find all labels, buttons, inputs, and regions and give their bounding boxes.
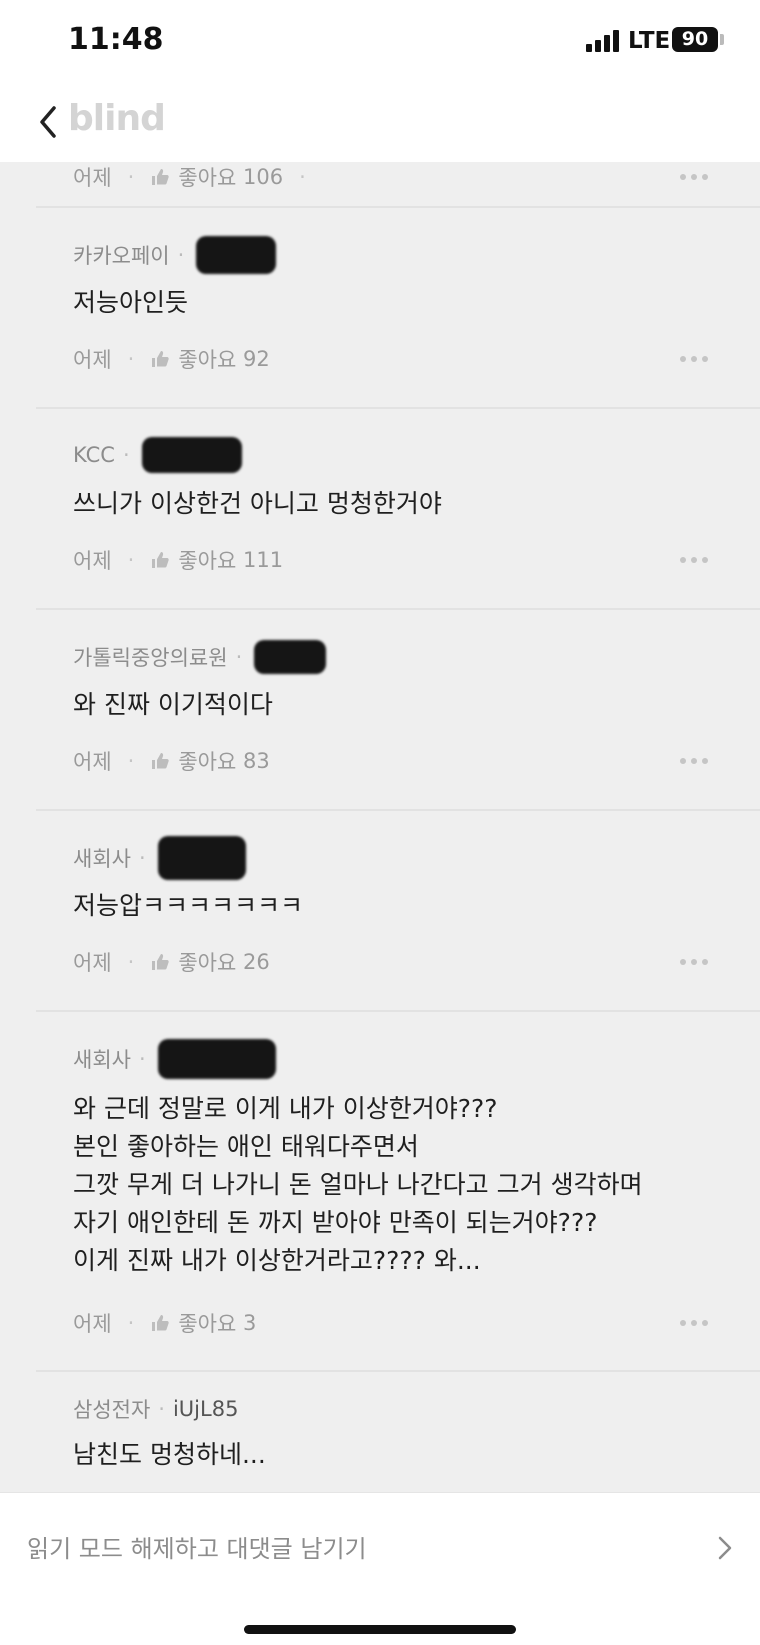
network-label: LTE <box>628 28 671 54</box>
like-count: 106 <box>242 165 284 189</box>
divider <box>36 809 760 811</box>
comment-author: 새회사 · <box>73 1039 276 1079</box>
comment-actions: 어제 · 좋아요 3 <box>73 1308 256 1338</box>
like-count: 92 <box>242 347 270 371</box>
thumbs-up-icon[interactable] <box>150 952 170 972</box>
like-count: 26 <box>242 950 270 974</box>
dot-separator: · <box>138 846 146 870</box>
like-label[interactable]: 좋아요 <box>178 162 236 192</box>
comment-line: 이게 진짜 내가 이상한거라고???? 와... <box>73 1246 481 1275</box>
dot-separator: · <box>158 1397 165 1421</box>
dot-separator: · <box>127 749 135 773</box>
comment-author: 새회사 · <box>73 836 246 880</box>
redacted-nickname <box>157 1039 276 1079</box>
thumbs-up-icon[interactable] <box>150 550 170 570</box>
back-chevron-icon[interactable] <box>34 102 64 142</box>
comment-line: 그깟 무게 더 나가니 돈 얼마나 나간다고 그거 생각하며 <box>73 1170 643 1199</box>
nav-bar: blind <box>0 86 760 162</box>
comment-time: 어제 <box>73 549 112 573</box>
comment-actions: 어제 · 좋아요 92 <box>73 344 270 374</box>
dot-separator: · <box>127 165 135 189</box>
thumbs-up-icon[interactable] <box>150 1313 170 1333</box>
battery-cap <box>720 34 724 45</box>
battery-icon: 90 <box>672 27 718 52</box>
status-time: 11:48 <box>68 22 164 57</box>
comment-actions: 어제 · 좋아요 111 <box>73 545 283 575</box>
like-label[interactable]: 좋아요 <box>178 1308 236 1338</box>
thumbs-up-icon[interactable] <box>150 167 170 187</box>
company-name: 카카오페이 <box>73 244 170 268</box>
divider <box>36 407 760 409</box>
comment-feed[interactable]: 어제 · 좋아요 106 · 카카오페이 · 저능아인듯 어제 · 좋아요 92… <box>0 162 760 1492</box>
like-count: 83 <box>242 749 270 773</box>
like-label[interactable]: 좋아요 <box>178 545 236 575</box>
like-count: 3 <box>242 1311 257 1335</box>
more-options-icon[interactable] <box>680 545 708 575</box>
divider <box>36 1010 760 1012</box>
thumbs-up-icon[interactable] <box>150 751 170 771</box>
dot-separator: · <box>127 950 135 974</box>
app-brand-logo: blind <box>68 98 166 139</box>
comment-time: 어제 <box>73 348 112 372</box>
like-label[interactable]: 좋아요 <box>178 344 236 374</box>
divider <box>36 608 760 610</box>
dot-separator: · <box>122 443 130 467</box>
comment-text: 와 근데 정말로 이게 내가 이상한거야??? 본인 좋아하는 애인 태워다주면… <box>73 1090 643 1280</box>
dot-separator: · <box>127 1311 135 1335</box>
more-options-icon[interactable] <box>680 1308 708 1338</box>
company-name: KCC <box>73 443 115 467</box>
thumbs-up-icon[interactable] <box>150 349 170 369</box>
company-name: 새회사 <box>73 1048 131 1072</box>
bottom-bar: 읽기 모드 해제하고 대댓글 남기기 <box>0 1492 760 1645</box>
like-count: 111 <box>242 548 284 572</box>
company-name: 새회사 <box>73 847 131 871</box>
more-options-icon[interactable] <box>680 162 708 192</box>
divider <box>36 206 760 208</box>
dot-separator: · <box>138 1047 146 1071</box>
company-name: 가톨릭중앙의료원 <box>73 646 228 670</box>
more-options-icon[interactable] <box>680 947 708 977</box>
dot-separator: · <box>235 645 243 669</box>
like-label[interactable]: 좋아요 <box>178 947 236 977</box>
dot-separator: · <box>177 243 185 267</box>
dot-separator: · <box>299 165 306 189</box>
comment-author: KCC · <box>73 437 242 473</box>
comment-line: 본인 좋아하는 애인 태워다주면서 <box>73 1132 419 1161</box>
comment-text: 저능아인듯 <box>73 288 189 317</box>
comment-author: 삼성전자 · iUjL85 <box>73 1394 238 1424</box>
comment-line: 자기 애인한테 돈 까지 받아야 만족이 되는거야??? <box>73 1208 598 1237</box>
home-indicator[interactable] <box>244 1625 516 1634</box>
comment-time: 어제 <box>73 951 112 975</box>
redacted-nickname <box>141 437 242 473</box>
divider <box>36 1370 760 1372</box>
signal-icon <box>586 30 622 52</box>
comment-actions: 어제 · 좋아요 26 <box>73 947 270 977</box>
comment-text: 쓰니가 이상한건 아니고 멍청한거야 <box>73 489 442 518</box>
more-options-icon[interactable] <box>680 344 708 374</box>
comment-line: 와 근데 정말로 이게 내가 이상한거야??? <box>73 1094 498 1123</box>
comment-actions: 어제 · 좋아요 106 · <box>73 162 322 192</box>
comment-actions: 어제 · 좋아요 83 <box>73 746 270 776</box>
status-bar: 11:48 LTE 90 <box>0 0 760 86</box>
comment-author: 카카오페이 · <box>73 236 277 274</box>
like-label[interactable]: 좋아요 <box>178 746 236 776</box>
more-options-icon[interactable] <box>680 746 708 776</box>
reply-prompt-button[interactable]: 읽기 모드 해제하고 대댓글 남기기 <box>27 1529 367 1564</box>
comment-time: 어제 <box>73 750 112 774</box>
comment-text: 저능압ㅋㅋㅋㅋㅋㅋㅋ <box>73 891 304 920</box>
chevron-right-icon[interactable] <box>716 1533 734 1563</box>
dot-separator: · <box>127 347 135 371</box>
comment-text: 남친도 멍청하네... <box>73 1440 266 1469</box>
redacted-nickname <box>157 836 246 880</box>
company-name: 삼성전자 <box>73 1398 151 1422</box>
redacted-nickname <box>196 236 277 274</box>
comment-author: 가톨릭중앙의료원 · <box>73 640 327 674</box>
dot-separator: · <box>127 548 135 572</box>
comment-time: 어제 <box>73 166 112 190</box>
comment-text: 와 진짜 이기적이다 <box>73 690 273 719</box>
comment-time: 어제 <box>73 1312 112 1336</box>
redacted-nickname <box>254 640 327 674</box>
nickname: iUjL85 <box>172 1397 239 1421</box>
